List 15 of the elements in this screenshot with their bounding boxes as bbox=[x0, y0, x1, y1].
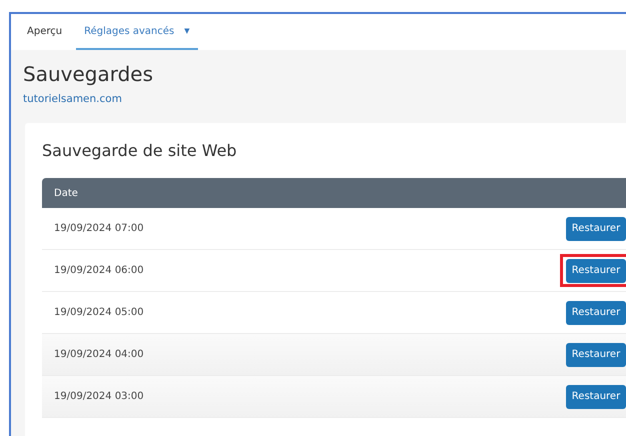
restore-button[interactable]: Restaurer bbox=[566, 300, 626, 325]
restore-button[interactable]: Restaurer bbox=[566, 384, 626, 409]
tab[interactable]: Aperçu bbox=[19, 14, 70, 50]
restore-button[interactable]: Restaurer bbox=[566, 342, 626, 367]
restore-button[interactable]: Restaurer bbox=[566, 216, 626, 241]
table-cell: 19/09/2024 03:00 bbox=[54, 391, 144, 402]
site-link[interactable]: tutorielsamen.com bbox=[23, 93, 122, 105]
table-cell: 19/09/2024 06:00 bbox=[54, 265, 144, 276]
page-title: Sauvegardes bbox=[23, 62, 154, 86]
table-cell: 19/09/2024 07:00 bbox=[54, 223, 144, 234]
table-header: Date bbox=[42, 178, 626, 208]
table-cell: 19/09/2024 05:00 bbox=[54, 307, 144, 318]
restore-button[interactable]: Restaurer bbox=[566, 258, 626, 283]
card-title: Sauvegarde de site Web bbox=[42, 141, 238, 160]
table-cell: 19/09/2024 04:00 bbox=[54, 349, 144, 360]
